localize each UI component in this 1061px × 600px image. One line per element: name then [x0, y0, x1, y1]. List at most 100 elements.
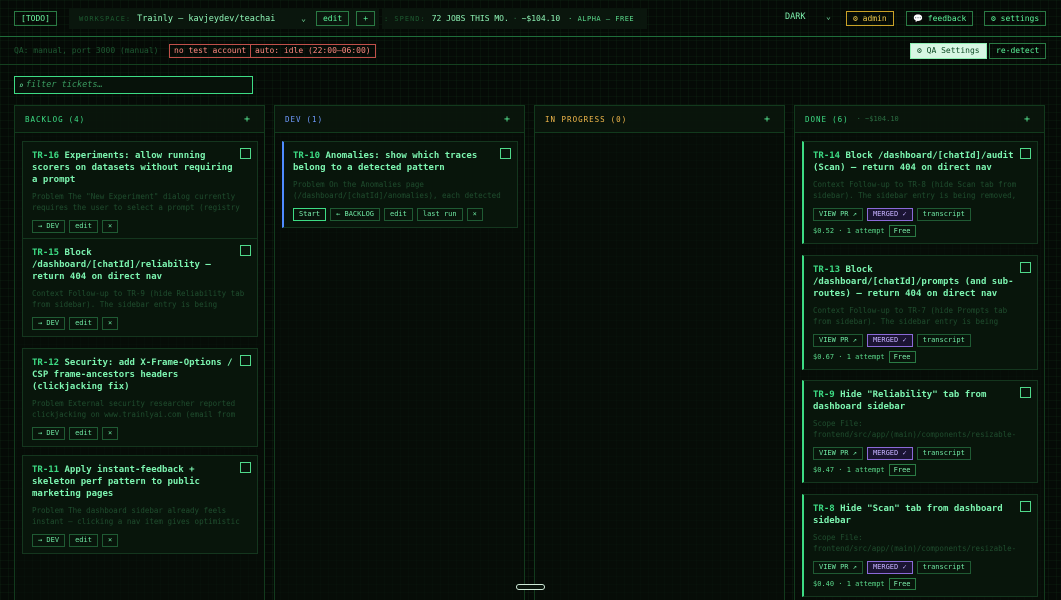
select-checkbox[interactable]: [240, 462, 251, 473]
search-icon: ⌕: [19, 80, 24, 90]
ticket-card[interactable]: TR-12 Security: add X-Frame-Options / CS…: [22, 348, 258, 447]
workspace-label: WORKSPACE:: [79, 14, 132, 23]
action-edit-button[interactable]: edit: [69, 534, 98, 547]
add-ticket-button[interactable]: +: [504, 114, 510, 125]
action-merged-button[interactable]: MERGED ✓: [866, 208, 913, 221]
admin-button[interactable]: ⚙ admin: [846, 11, 894, 26]
select-checkbox[interactable]: [1020, 262, 1031, 273]
action-edit-button[interactable]: edit: [384, 208, 413, 221]
action-edit-button[interactable]: edit: [69, 427, 98, 440]
action--button[interactable]: ×: [101, 427, 119, 440]
ticket-actions: Start ← BACKLOG edit last run ×: [293, 208, 509, 221]
action-dev-button[interactable]: → DEV: [32, 427, 66, 440]
ticket-description: Scope File: frontend/src/app/(main)/compo…: [813, 418, 1029, 440]
ticket-description-line: from sidebar). The sidebar entry is bein…: [32, 300, 218, 309]
ticket-description: Problem On the Anomalies page (/dashboard…: [293, 179, 509, 201]
action-start-button[interactable]: Start: [293, 208, 327, 221]
ticket-description-line: frontend/src/app/(main)/components/resiz…: [813, 430, 1017, 439]
action-transcript-button[interactable]: transcript: [916, 208, 971, 221]
feedback-button[interactable]: 💬 feedback: [906, 11, 974, 26]
ticket-id: TR-10: [293, 151, 326, 161]
action--button[interactable]: ×: [101, 317, 119, 330]
ticket-card[interactable]: TR-13 Block /dashboard/[chatId]/prompts …: [802, 255, 1038, 370]
action-merged-button[interactable]: MERGED ✓: [866, 561, 913, 574]
ticket-actions: → DEV edit ×: [32, 427, 249, 440]
theme-select[interactable]: DARK: [785, 12, 805, 22]
ticket-meta: $0.40 · 1 attempt Free: [813, 578, 1029, 590]
action-backlog-button[interactable]: ← BACKLOG: [330, 208, 381, 221]
add-ticket-button[interactable]: +: [764, 114, 770, 125]
ticket-meta: $0.52 · 1 attempt Free: [813, 225, 1029, 237]
select-checkbox[interactable]: [500, 148, 511, 159]
column-backlog: BACKLOG (4) + TR-16 Experiments: allow runn…: [14, 105, 265, 600]
chevron-down-icon[interactable]: ⌄: [301, 14, 306, 23]
ticket-title: TR-11 Apply instant-feedback + skeleton …: [32, 464, 249, 500]
no-test-account-badge[interactable]: no test account: [169, 44, 252, 58]
ticket-description: Scope File: frontend/src/app/(main)/compo…: [813, 532, 1029, 554]
ticket-actions: → DEV edit ×: [32, 317, 249, 330]
workspace-edit-button[interactable]: edit: [315, 11, 350, 26]
ticket-description: Context Follow-up to TR-9 (hide Reliabil…: [32, 288, 249, 310]
ticket-description-line: Problem The dashboard sidebar already fe…: [32, 506, 227, 515]
action-transcript-button[interactable]: transcript: [916, 561, 971, 574]
ticket-meta: $0.47 · 1 attempt Free: [813, 464, 1029, 476]
column-total-cost: · ~$104.10: [856, 115, 899, 123]
filter-input[interactable]: [25, 80, 246, 90]
settings-button[interactable]: ⚙ settings: [984, 11, 1047, 26]
auto-status-badge[interactable]: auto: idle (22:00–06:00): [250, 44, 376, 58]
action-merged-button[interactable]: MERGED ✓: [866, 334, 913, 347]
ticket-card[interactable]: TR-9 Hide "Reliability" tab from dashboa…: [802, 380, 1038, 483]
scroll-handle[interactable]: [516, 584, 545, 590]
ticket-actions: VIEW PR ↗ MERGED ✓ transcript: [813, 447, 1029, 460]
action-edit-button[interactable]: edit: [69, 220, 98, 233]
qa-settings-button[interactable]: ⚙ QA Settings: [910, 43, 987, 59]
plan-badge: Free: [888, 464, 916, 476]
ticket-description-line: Problem On the Anomalies page: [293, 180, 424, 189]
workspace-add-button[interactable]: +: [356, 11, 376, 26]
select-checkbox[interactable]: [1020, 148, 1031, 159]
action-view-pr-button[interactable]: VIEW PR ↗: [813, 561, 863, 574]
redetect-button[interactable]: re-detect: [989, 43, 1047, 59]
ticket-card[interactable]: TR-16 Experiments: allow running scorers…: [22, 141, 258, 240]
action-edit-button[interactable]: edit: [69, 317, 98, 330]
workspace-value[interactable]: Trainly — kavjeydev/teachai: [137, 14, 297, 24]
ticket-description-line: Context Follow-up to TR-7 (hide Prompts …: [813, 306, 1008, 315]
ticket-cost: $0.47 · 1 attempt: [813, 466, 885, 474]
action--button[interactable]: ×: [466, 208, 483, 221]
ticket-card[interactable]: TR-8 Hide "Scan" tab from dashboard side…: [802, 494, 1038, 597]
action-view-pr-button[interactable]: VIEW PR ↗: [813, 334, 863, 347]
action-dev-button[interactable]: → DEV: [32, 317, 66, 330]
action-transcript-button[interactable]: transcript: [916, 447, 971, 460]
ticket-description-line: Context Follow-up to TR-8 (hide Scan tab…: [813, 180, 1017, 189]
chevron-down-icon[interactable]: ⌄: [826, 12, 831, 21]
spend-jobs: 72 JOBS THIS MO.: [431, 14, 509, 23]
select-checkbox[interactable]: [240, 245, 251, 256]
action-transcript-button[interactable]: transcript: [916, 334, 971, 347]
todo-button[interactable]: [TODO]: [14, 11, 57, 26]
column-in-progress: IN PROGRESS (0) +: [534, 105, 785, 600]
select-checkbox[interactable]: [1020, 501, 1031, 512]
ticket-description-line: (/dashboard/[chatId]/anomalies), each de…: [293, 191, 501, 200]
action--button[interactable]: ×: [101, 220, 119, 233]
action-dev-button[interactable]: → DEV: [32, 534, 66, 547]
ticket-card[interactable]: TR-14 Block /dashboard/[chatId]/audit (S…: [802, 141, 1038, 244]
ticket-actions: → DEV edit ×: [32, 534, 249, 547]
select-checkbox[interactable]: [240, 148, 251, 159]
action-view-pr-button[interactable]: VIEW PR ↗: [813, 447, 863, 460]
select-checkbox[interactable]: [1020, 387, 1031, 398]
ticket-card[interactable]: TR-11 Apply instant-feedback + skeleton …: [22, 455, 258, 554]
ticket-description: Problem External security researcher rep…: [32, 398, 249, 420]
action-last-run-button[interactable]: last run: [416, 208, 463, 221]
add-ticket-button[interactable]: +: [1024, 114, 1030, 125]
action-view-pr-button[interactable]: VIEW PR ↗: [813, 208, 863, 221]
ticket-id: TR-13: [813, 265, 846, 275]
action-merged-button[interactable]: MERGED ✓: [866, 447, 913, 460]
action--button[interactable]: ×: [101, 534, 119, 547]
add-ticket-button[interactable]: +: [244, 114, 250, 125]
ticket-card[interactable]: TR-10 Anomalies: show which traces belon…: [282, 141, 518, 228]
ticket-title: TR-16 Experiments: allow running scorers…: [32, 150, 249, 186]
select-checkbox[interactable]: [240, 355, 251, 366]
ticket-card[interactable]: TR-15 Block /dashboard/[chatId]/reliabil…: [22, 238, 258, 337]
action-dev-button[interactable]: → DEV: [32, 220, 66, 233]
column-dev: DEV (1) + TR-10 Anomalies: show which trace…: [274, 105, 525, 600]
